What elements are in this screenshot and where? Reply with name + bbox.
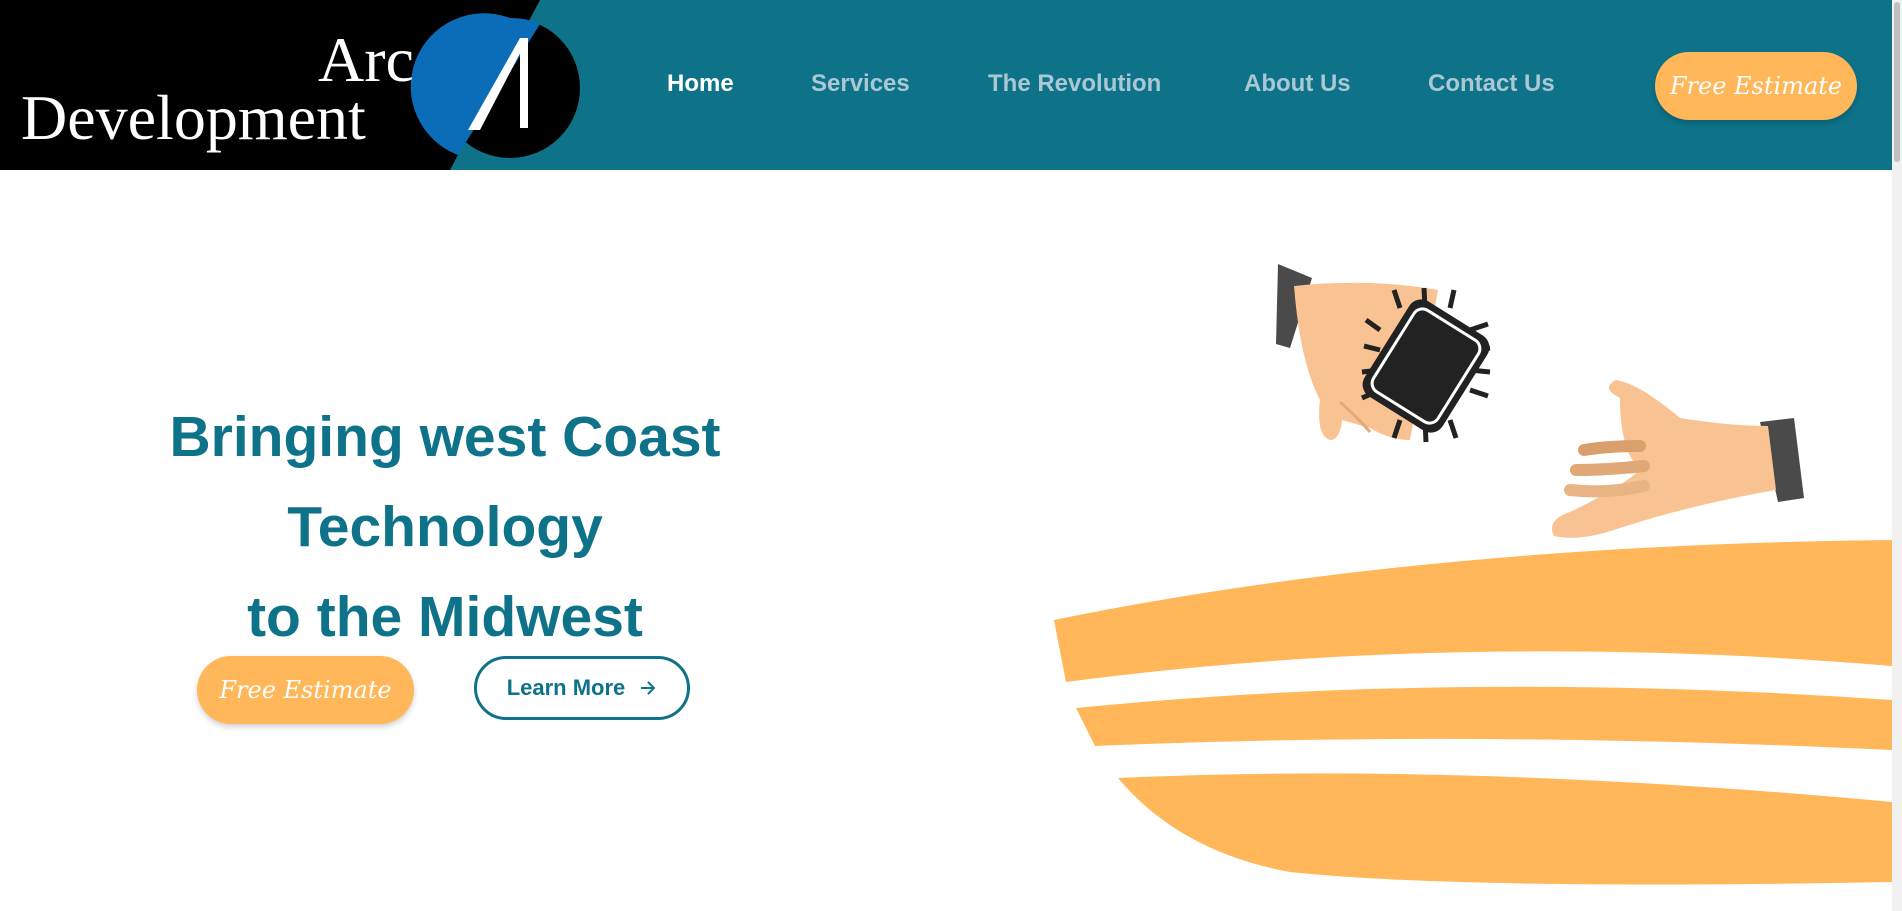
free-estimate-button[interactable]: Free Estimate — [1655, 52, 1857, 120]
top-navigation-bar: Arc Development Home Services The Revolu… — [0, 0, 1892, 170]
hero-title-line-3: to the Midwest — [247, 585, 643, 649]
hero-title-line-1: Bringing west Coast — [169, 405, 721, 469]
hero-title-line-2: Technology — [287, 495, 603, 559]
learn-more-button[interactable]: Learn More — [474, 656, 690, 720]
hero-free-estimate-button[interactable]: Free Estimate — [197, 656, 414, 724]
reaching-hand — [1552, 380, 1804, 538]
arrow-right-icon — [641, 681, 656, 695]
nav-item-services[interactable]: Services — [811, 70, 910, 98]
hand-holding-chip — [1276, 264, 1491, 443]
learn-more-label: Learn More — [506, 675, 626, 700]
nav-item-home[interactable]: Home — [667, 70, 734, 98]
orange-wave-stripes — [1054, 540, 1892, 885]
hero-title: Bringing west Coast Technology to the Mi… — [100, 392, 790, 662]
nav-item-about-us[interactable]: About Us — [1244, 70, 1351, 98]
logo[interactable]: Arc Development — [0, 0, 600, 170]
nav-item-the-revolution[interactable]: The Revolution — [988, 70, 1161, 98]
logo-text-development: Development — [21, 82, 366, 153]
scrollbar-thumb[interactable] — [1894, 2, 1900, 162]
handshake-chip-illustration — [1054, 264, 1892, 885]
nav-item-contact-us[interactable]: Contact Us — [1428, 70, 1555, 98]
